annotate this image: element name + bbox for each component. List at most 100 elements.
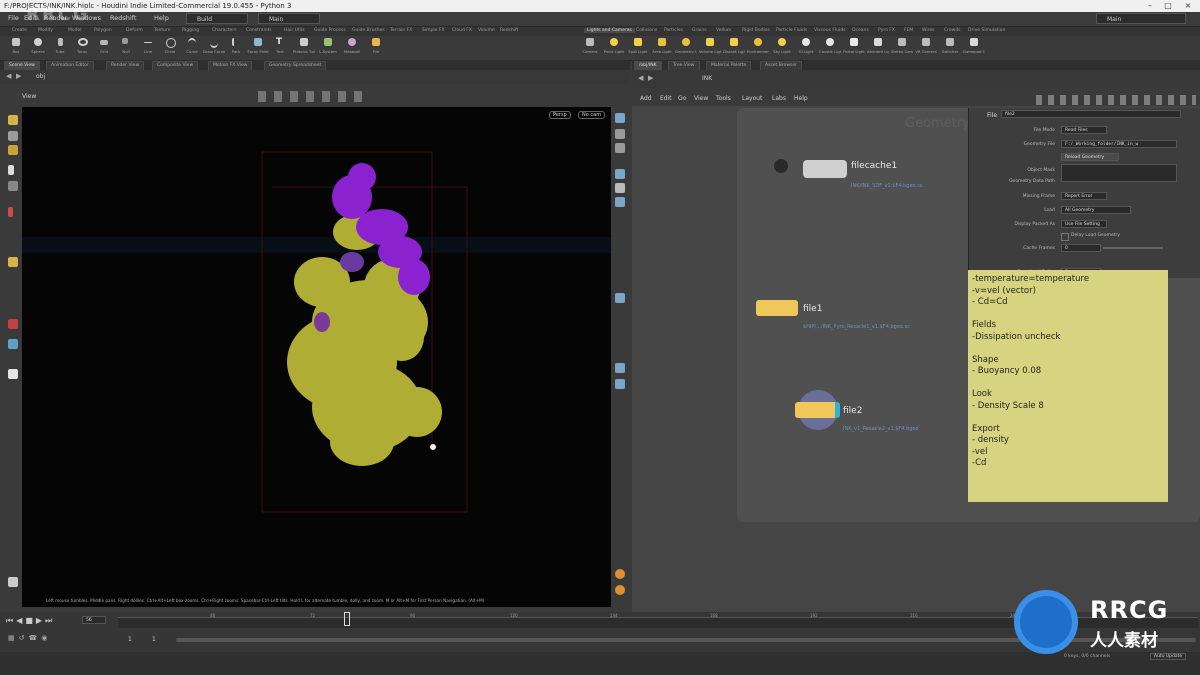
tool-line[interactable]: Line (140, 37, 156, 59)
display-option-icon[interactable] (615, 169, 625, 179)
shelf-tab[interactable]: Texture (154, 28, 170, 33)
menu-labs[interactable]: Labs (772, 95, 786, 102)
node-file2[interactable] (795, 402, 840, 418)
shelf-tab[interactable]: Vellum (716, 28, 731, 33)
shelf-tab[interactable]: Polygon (94, 28, 112, 33)
menu-go[interactable]: Go (678, 95, 686, 102)
tool-grid[interactable]: Grid (96, 37, 112, 59)
menu-layout[interactable]: Layout (742, 95, 762, 102)
shelf-tab[interactable]: Drive Simulation (968, 28, 1005, 33)
cache-frames-field[interactable]: 0 (1061, 244, 1101, 252)
move-tool-icon[interactable] (8, 131, 18, 141)
shelf-tab[interactable]: Model (68, 28, 82, 33)
view-tool-icon[interactable] (8, 165, 14, 175)
node-filecache1[interactable] (803, 160, 847, 178)
shelf-tab[interactable]: Rigging (182, 28, 199, 33)
shelf-tab[interactable]: Crowds (944, 28, 961, 33)
tool-gamepad-camera[interactable]: Gamepad Camera (963, 37, 985, 59)
display-option-icon[interactable] (615, 143, 625, 153)
shelf-tab[interactable]: Redshift (500, 28, 518, 33)
rotate-tool-icon[interactable] (8, 145, 18, 155)
tool-null[interactable]: Null (118, 37, 134, 59)
load-dropdown[interactable]: All Geometry (1061, 206, 1131, 214)
menu-add[interactable]: Add (640, 95, 652, 102)
node-filecache1-bypass[interactable] (774, 159, 788, 173)
back-icon[interactable]: ◀ (638, 74, 643, 82)
shelf-tab[interactable]: Volume (478, 28, 495, 33)
geometry-file-field[interactable]: F:/_Working_folder/INK_in_w (1061, 140, 1177, 148)
tool-box[interactable]: Box (8, 37, 24, 59)
tool-camera[interactable]: Camera (582, 37, 598, 59)
shelf-tab[interactable]: Cloud FX (452, 28, 472, 33)
tool-point-light[interactable]: Point Light (604, 37, 624, 59)
tool-sphere[interactable]: Sphere (30, 37, 46, 59)
path-obj[interactable]: obj (36, 73, 45, 80)
tool-text[interactable]: T Text (272, 37, 288, 59)
display-packed-dropdown[interactable]: Use File Setting (1061, 220, 1107, 228)
tool-vr-camera[interactable]: VR Camera (915, 37, 937, 59)
shelf-tab[interactable]: Particles (664, 28, 683, 33)
tool-torus[interactable]: Torus (74, 37, 90, 59)
tab-tree-view[interactable]: Tree View (668, 61, 700, 70)
shelf-tab[interactable]: Hair Utils (284, 28, 305, 33)
tab-network[interactable]: /obj/INK (634, 61, 662, 70)
delay-load-checkbox[interactable] (1061, 233, 1069, 241)
tool-distant-light[interactable]: Distant Light (723, 37, 745, 59)
shelf-tab[interactable]: Viscous Fluids (814, 28, 846, 33)
right-dropdown[interactable]: Main (1096, 13, 1186, 24)
tool-env-light[interactable]: Environment Light (747, 37, 769, 59)
close-button[interactable]: × (1181, 0, 1195, 12)
lock-icon[interactable] (8, 339, 18, 349)
menu-edit[interactable]: Edit (660, 95, 672, 102)
menu-redshift[interactable]: Redshift (110, 14, 136, 22)
tab-material-palette[interactable]: Material Palette (706, 61, 752, 70)
play-controls[interactable]: ⏮◀■▶⏭ (6, 616, 55, 626)
back-icon[interactable]: ◀ (6, 72, 11, 80)
menu-view[interactable]: View (694, 95, 708, 102)
path-ink[interactable]: INK (702, 75, 712, 82)
tool-gi-light[interactable]: GI Light (798, 37, 814, 59)
tool-geometry-light[interactable]: Geometry Light (675, 37, 697, 59)
snap-icon[interactable] (8, 257, 18, 267)
shelf-tab[interactable]: Collisions (636, 28, 657, 33)
start-frame[interactable]: 1 (128, 636, 132, 643)
shelf-tab[interactable]: Simple FX (422, 28, 444, 33)
tab-geometry-spreadsheet[interactable]: Geometry Spreadsheet (264, 61, 327, 70)
shelf-tab-active[interactable]: Lights and Cameras (584, 28, 635, 33)
shelf-tab[interactable]: Guide Process (314, 28, 346, 33)
tool-area-light[interactable]: Area Light (652, 37, 672, 59)
tool-platonic[interactable]: Platonic Solids (293, 37, 315, 59)
cam-menu[interactable]: No cam (578, 111, 606, 119)
tab-asset-browser[interactable]: Asset Browser (760, 61, 802, 70)
shelf-tab[interactable]: Oceans (852, 28, 869, 33)
reload-geometry-button[interactable]: Reload Geometry (1061, 153, 1119, 161)
display-option-icon[interactable] (615, 183, 625, 193)
menu-help[interactable]: Help (154, 14, 169, 22)
tool-spray-paint[interactable]: Spray Paint (247, 37, 269, 59)
display-option-icon[interactable] (615, 129, 625, 139)
shelf-tab[interactable]: Wires (922, 28, 934, 33)
tab-scene-view[interactable]: Scene View (4, 61, 40, 70)
tool-draw-curve[interactable]: Draw Curve (203, 37, 225, 59)
shelf-tab[interactable]: Guide Brushes (352, 28, 385, 33)
tab-composite-view[interactable]: Composite View (152, 61, 199, 70)
display-option-icon[interactable] (615, 293, 625, 303)
tool-ambient-light[interactable]: Ambient Light (867, 37, 889, 59)
tool-metaball[interactable]: Metaball (344, 37, 360, 59)
node-name-field[interactable]: file2 (1001, 110, 1181, 118)
end-frame[interactable]: 1 (152, 636, 156, 643)
shelf-tab[interactable]: Characters (212, 28, 237, 33)
shelf-tab[interactable]: Modify (38, 28, 53, 33)
sticky-note[interactable]: -temperature=temperature -v=vel (vector)… (968, 270, 1168, 502)
handle-tool-icon[interactable] (8, 181, 18, 191)
maximize-button[interactable]: □ (1161, 0, 1175, 12)
file-mode-dropdown[interactable]: Read Files (1061, 126, 1107, 134)
tool-portal-light[interactable]: Portal Light (843, 37, 865, 59)
tool-tube[interactable]: Tube (52, 37, 68, 59)
playhead[interactable] (344, 612, 350, 626)
display-option-icon[interactable] (615, 197, 625, 207)
desktop-dropdown[interactable]: Build (186, 13, 248, 24)
shelf-tab[interactable]: Deform (126, 28, 143, 33)
shelf-tab[interactable]: Pyro FX (878, 28, 895, 33)
object-mask-field[interactable] (1061, 164, 1177, 182)
